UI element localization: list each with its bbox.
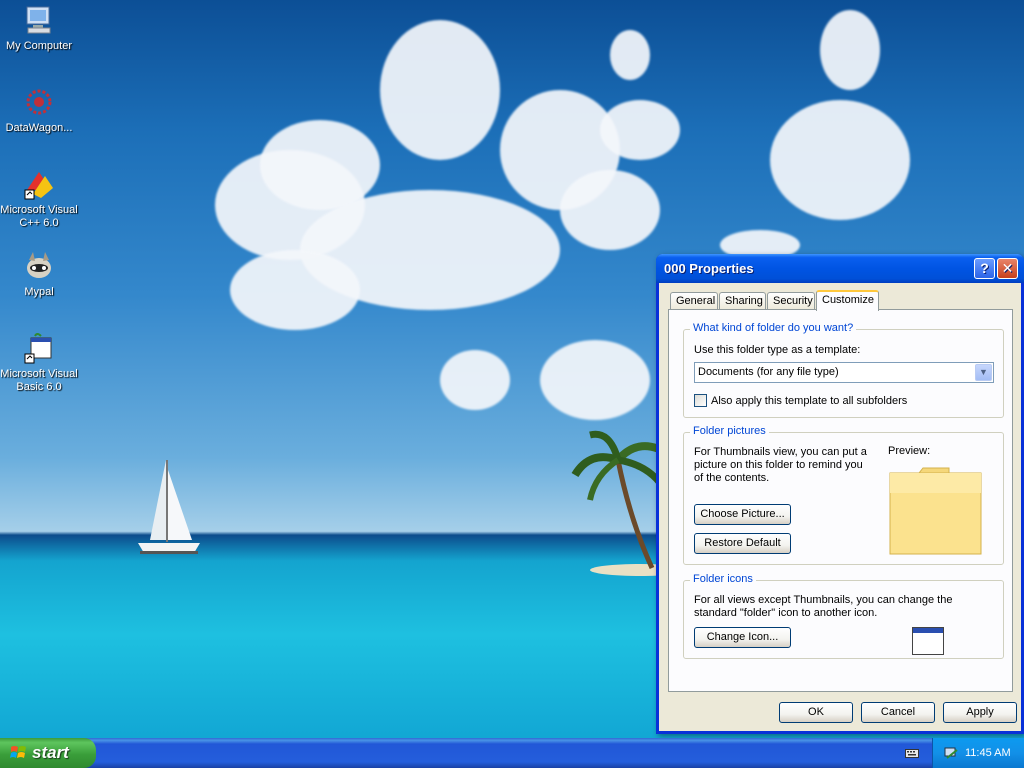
cloud: [230, 250, 360, 330]
apply-button[interactable]: Apply: [943, 702, 1017, 723]
desktop-icon-visual-cpp[interactable]: Microsoft Visual C++ 6.0: [0, 168, 78, 230]
help-button[interactable]: ?: [974, 258, 995, 279]
tab-sharing[interactable]: Sharing: [719, 292, 766, 310]
my-computer-icon: [23, 4, 55, 36]
choose-picture-button[interactable]: Choose Picture...: [694, 504, 791, 525]
cloud: [440, 350, 510, 410]
datawagon-icon: [23, 86, 55, 118]
desktop-icon-visual-basic[interactable]: Microsoft Visual Basic 6.0: [0, 332, 78, 394]
folder-pictures-description: For Thumbnails view, you can put a pictu…: [694, 446, 867, 484]
customize-panel: What kind of folder do you want? Use thi…: [668, 309, 1013, 692]
folder-icons-group: Folder icons For all views except Thumbn…: [683, 573, 1004, 659]
desktop-icon-my-computer[interactable]: My Computer: [0, 4, 78, 53]
apply-subfolders-checkbox[interactable]: [694, 394, 707, 407]
chevron-down-icon[interactable]: ▼: [975, 364, 992, 381]
desktop-icon-label: Microsoft Visual Basic 6.0: [0, 368, 78, 393]
tab-general[interactable]: General: [670, 292, 718, 310]
desktop-icon-label: Mypal: [24, 286, 54, 298]
help-icon: ?: [980, 260, 989, 276]
template-label: Use this folder type as a template:: [694, 344, 861, 356]
cloud: [260, 120, 380, 210]
tab-security[interactable]: Security: [767, 292, 815, 310]
cloud: [610, 30, 650, 80]
window-icon-preview: [912, 627, 944, 655]
change-icon-button[interactable]: Change Icon...: [694, 627, 791, 648]
tab-customize[interactable]: Customize: [816, 290, 879, 311]
keyboard-icon[interactable]: [905, 747, 919, 759]
cloud: [820, 10, 880, 90]
cloud: [770, 100, 910, 220]
desktop-icon-mypal[interactable]: Mypal: [0, 250, 78, 299]
dialog-title: 000 Properties: [664, 261, 754, 276]
folder-type-group-title: What kind of folder do you want?: [690, 322, 857, 334]
folder-preview-icon: [889, 467, 982, 555]
folder-icons-description: For all views except Thumbnails, you can…: [694, 594, 953, 619]
desktop-icon-label: My Computer: [5, 40, 73, 52]
ok-button[interactable]: OK: [779, 702, 853, 723]
cloud: [380, 20, 500, 160]
sailboat-image: [138, 460, 200, 554]
folder-icons-group-title: Folder icons: [690, 573, 756, 585]
restore-default-button[interactable]: Restore Default: [694, 533, 791, 554]
visual-cpp-icon: [23, 168, 55, 200]
folder-pictures-group-title: Folder pictures: [690, 425, 769, 437]
visual-basic-icon: [23, 332, 55, 364]
cancel-button[interactable]: Cancel: [861, 702, 935, 723]
folder-type-group: What kind of folder do you want? Use thi…: [683, 322, 1004, 418]
cloud: [540, 340, 650, 420]
folder-pictures-group: Folder pictures For Thumbnails view, you…: [683, 425, 1004, 565]
mypal-icon: [23, 250, 55, 282]
clock[interactable]: 11:45 AM: [965, 747, 1011, 759]
cloud: [600, 100, 680, 160]
close-button[interactable]: ✕: [997, 258, 1018, 279]
network-icon[interactable]: [943, 745, 959, 761]
preview-label: Preview:: [888, 445, 931, 457]
system-tray: 11:45 AM: [932, 738, 1024, 768]
desktop-icon-datawagon[interactable]: DataWagon...: [0, 86, 78, 135]
start-label: start: [32, 743, 69, 762]
folder-template-select[interactable]: Documents (for any file type) ▼: [694, 362, 994, 383]
desktop-icon-label: DataWagon...: [5, 122, 73, 134]
start-button[interactable]: start: [0, 738, 96, 768]
folder-template-value: Documents (for any file type): [698, 366, 839, 378]
cloud: [560, 170, 660, 250]
taskbar: start 11:45 AM: [0, 738, 1024, 768]
dialog-titlebar[interactable]: 000 Properties ? ✕: [656, 254, 1024, 283]
windows-logo-icon: [10, 746, 26, 758]
close-icon: ✕: [1001, 260, 1014, 276]
properties-dialog: 000 Properties ? ✕ General Sharing Secur…: [656, 254, 1024, 734]
apply-subfolders-label[interactable]: Also apply this template to all subfolde…: [711, 395, 907, 408]
desktop-icon-label: Microsoft Visual C++ 6.0: [0, 204, 78, 229]
